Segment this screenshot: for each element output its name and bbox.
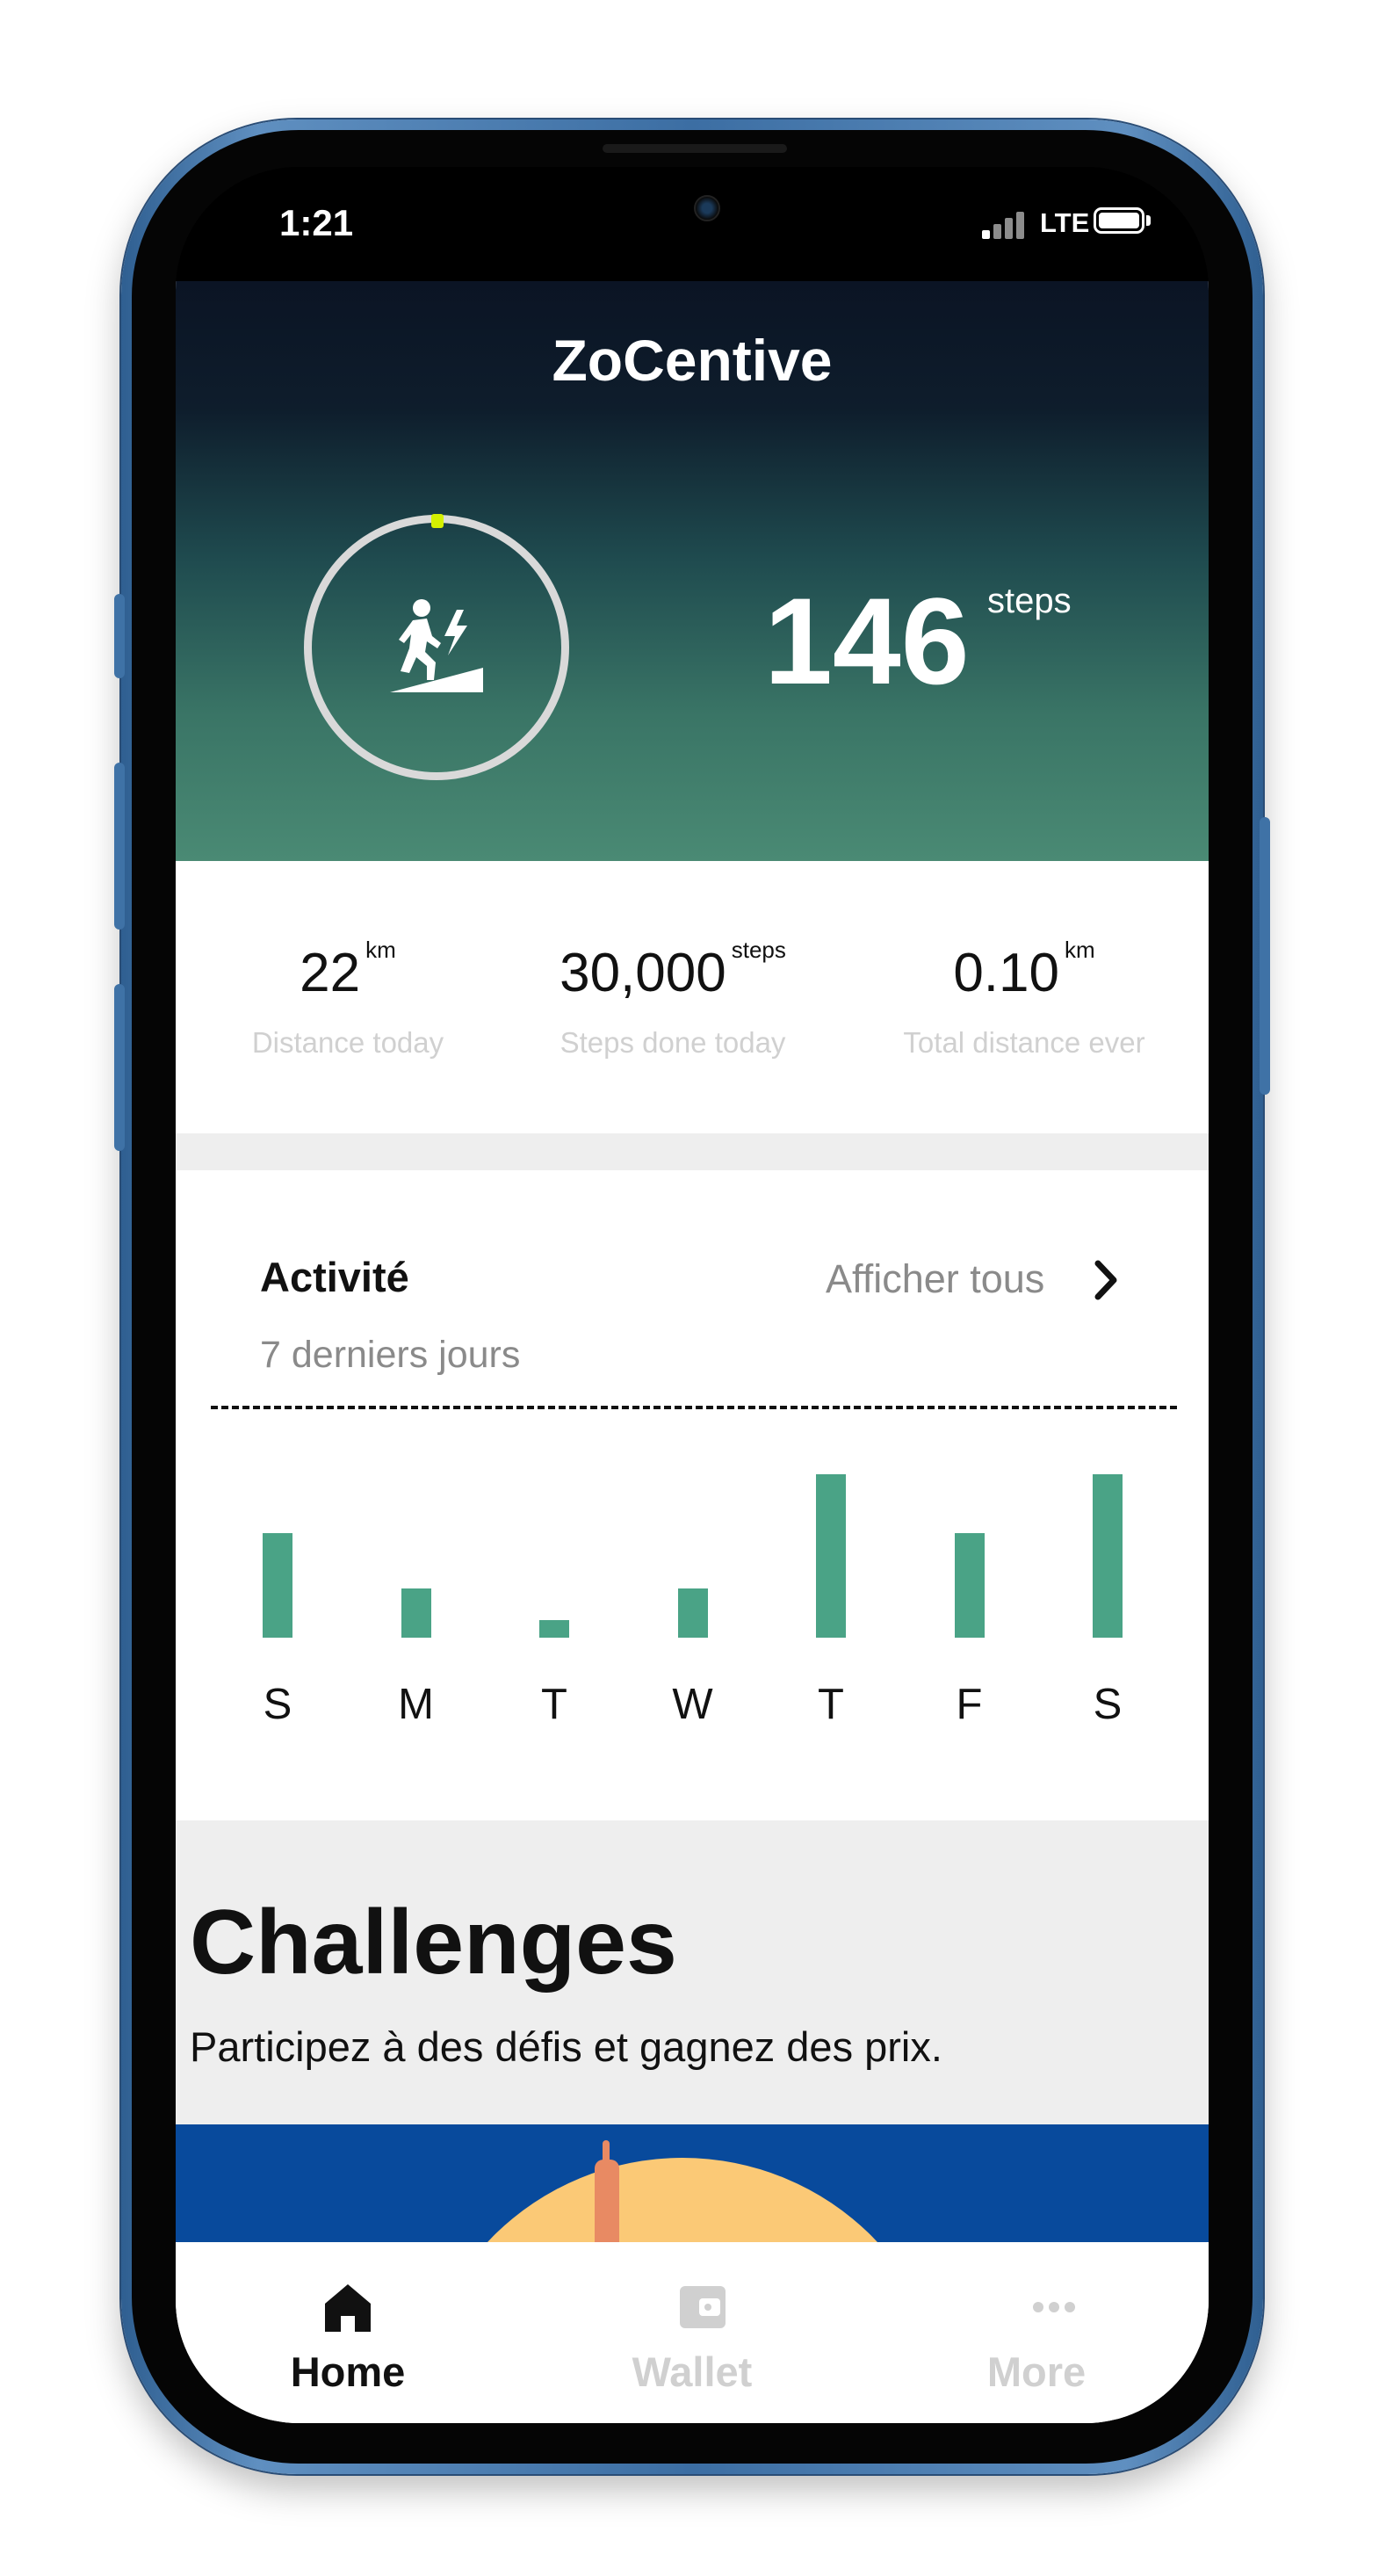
progress-ring-marker (431, 514, 444, 528)
stats-row: 22 km Distance today 30,000 steps Steps do… (176, 861, 1209, 1133)
activity-subtitle: 7 derniers jours (260, 1334, 521, 1376)
activity-bar (954, 1533, 985, 1638)
activity-bar (1093, 1474, 1123, 1638)
network-type: LTE (1040, 207, 1090, 238)
status-time: 1:21 (279, 202, 354, 243)
power-button (1260, 817, 1270, 1095)
screen: 1:21 LTE ZoCentive 146 steps 22 km Dista… (176, 167, 1209, 2423)
stat-label: Steps done today (560, 1026, 786, 1059)
stat-total-distance: 0.10 km Total distance ever (852, 861, 1196, 1133)
section-divider (176, 1133, 1209, 1170)
status-bar: 1:21 LTE (176, 167, 1209, 281)
tab-label: Wallet (632, 2348, 753, 2395)
activity-bar (816, 1474, 846, 1638)
activity-bar (263, 1533, 292, 1638)
activity-card: Activité 7 derniers jours Afficher tous … (176, 1170, 1209, 1820)
volume-down-button (114, 984, 125, 1151)
stat-unit: km (365, 937, 396, 963)
stat-value: 30,000 (560, 943, 726, 1003)
stat-unit: steps (731, 937, 786, 963)
stat-steps-today: 30,000 steps Steps done today (501, 861, 845, 1133)
steps-unit: steps (987, 582, 1072, 620)
activity-bar (677, 1588, 708, 1638)
battery-icon (1094, 207, 1144, 234)
app-title: ZoCentive (552, 328, 833, 393)
volume-up-button (114, 763, 125, 930)
day-label: F (956, 1681, 983, 1728)
stat-value: 22 (300, 943, 361, 1003)
show-all-link[interactable]: Afficher tous (826, 1256, 1044, 1302)
activity-bar (401, 1588, 431, 1638)
battery-tip (1146, 215, 1151, 226)
front-camera (694, 195, 720, 221)
day-label: S (1093, 1681, 1123, 1728)
challenges-title: Challenges (190, 1892, 677, 1994)
signal-icon (982, 209, 1035, 239)
day-label: S (263, 1681, 292, 1728)
activity-bar (539, 1620, 569, 1638)
tab-more[interactable]: More (864, 2242, 1209, 2423)
day-label: T (818, 1681, 844, 1728)
activity-bars: SMTWTFS (176, 1416, 1209, 1820)
tab-home[interactable]: Home (176, 2242, 520, 2423)
tab-label: Home (290, 2348, 406, 2395)
wallet-icon (680, 2286, 726, 2328)
stat-label: Distance today (251, 1026, 444, 1059)
chevron-right-icon[interactable] (1089, 1256, 1124, 1304)
challenges-section: Challenges Participez à des défis et gag… (176, 1820, 1209, 2124)
day-label: T (541, 1681, 567, 1728)
steps-count: 146 (764, 572, 970, 710)
activity-title: Activité (260, 1254, 409, 1300)
speaker-slot (603, 144, 787, 153)
stat-value: 0.10 (953, 943, 1059, 1003)
challenges-subtitle: Participez à des défis et gagnez des pri… (190, 2023, 942, 2070)
mute-switch (114, 594, 125, 678)
stat-distance-today: 22 km Distance today (176, 861, 520, 1133)
tab-wallet[interactable]: Wallet (520, 2242, 864, 2423)
day-label: M (398, 1681, 434, 1728)
app-content: ZoCentive 146 steps 22 km Distance today … (176, 281, 1209, 2423)
tab-label: More (986, 2348, 1087, 2395)
stat-unit: km (1065, 937, 1095, 963)
walking-uphill-icon (390, 599, 483, 692)
day-label: W (672, 1681, 713, 1728)
hero-header: ZoCentive 146 steps (176, 281, 1209, 861)
goal-line (211, 1406, 1177, 1409)
stat-label: Total distance ever (903, 1026, 1145, 1059)
tab-bar: Home Wallet More (176, 2242, 1209, 2423)
more-icon (1033, 2302, 1075, 2312)
home-icon (325, 2284, 371, 2332)
